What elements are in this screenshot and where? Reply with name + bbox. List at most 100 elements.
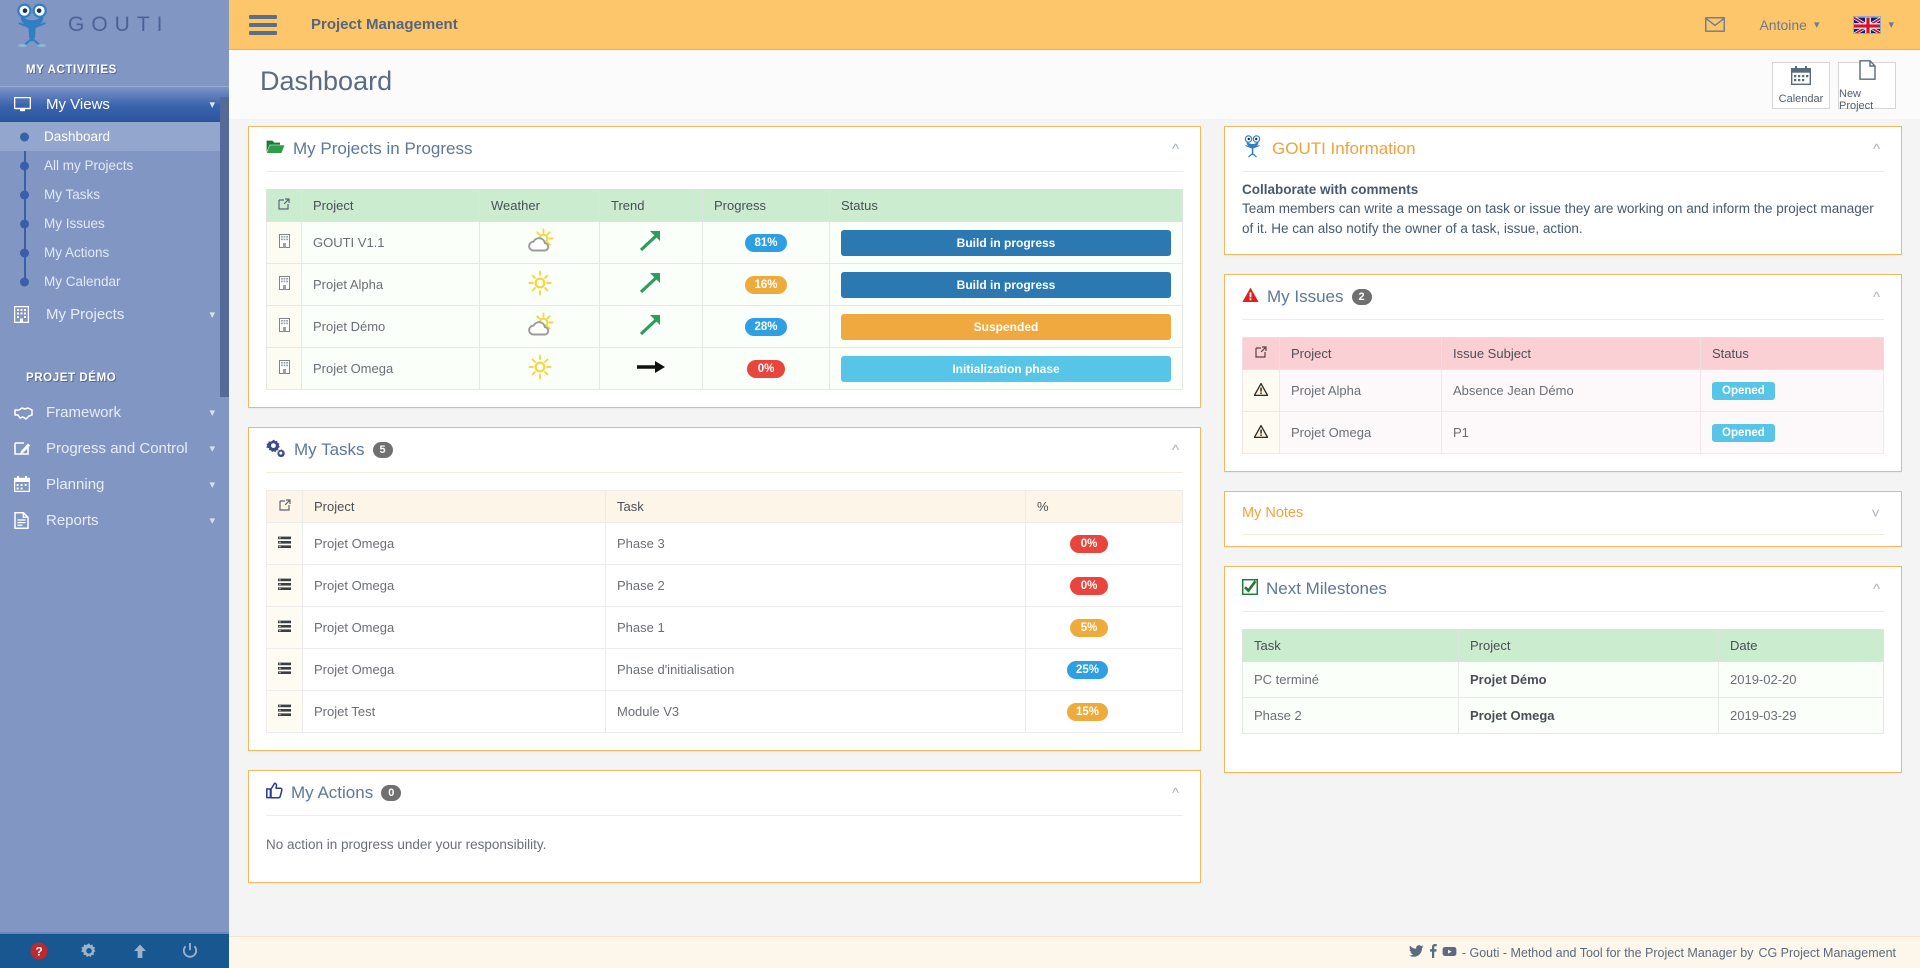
column-project: Project <box>302 490 606 523</box>
gouti-mascot-icon <box>12 3 54 48</box>
facebook-icon[interactable] <box>1429 944 1437 961</box>
actions-empty-message: No action in progress under your respons… <box>266 837 547 852</box>
sidebar-item-my-projects[interactable]: My Projects ▾ <box>0 296 229 332</box>
row-open-cell[interactable] <box>266 263 302 306</box>
row-open-cell[interactable] <box>266 221 302 264</box>
row-open-cell[interactable] <box>266 690 303 733</box>
table-row[interactable]: Projet Alpha Absence Jean Démo Opened <box>1242 369 1884 413</box>
sidebar-item-planning[interactable]: Planning ▾ <box>0 466 229 502</box>
cell-project: Projet Alpha <box>1279 369 1442 413</box>
table-row[interactable]: Projet Alpha 16% Build in progress <box>266 263 1183 306</box>
sunny-icon <box>528 354 551 380</box>
table-row[interactable]: Projet Omega P1 Opened <box>1242 411 1884 455</box>
upload-arrow-icon[interactable] <box>131 942 149 960</box>
external-link-icon <box>278 499 291 514</box>
footer-link[interactable]: CG Project Management <box>1758 946 1896 960</box>
row-open-cell[interactable] <box>266 347 302 390</box>
sidebar-item-reports[interactable]: Reports ▾ <box>0 502 229 538</box>
panel-title-text: My Tasks <box>294 440 365 459</box>
table-row[interactable]: Projet Test Module V3 15% <box>266 690 1183 733</box>
table-row[interactable]: Projet Omega Phase d'initialisation 25% <box>266 648 1183 691</box>
progress-pill: 28% <box>745 317 787 336</box>
sidebar-label-my-views: My Views <box>46 95 110 113</box>
bullet-icon <box>20 161 29 170</box>
column-progress: Progress <box>702 189 830 222</box>
row-open-cell[interactable] <box>266 522 303 565</box>
chevron-down-icon[interactable]: ˅ <box>1867 505 1884 522</box>
status-badge: Opened <box>1712 423 1775 442</box>
column-date: Date <box>1718 629 1884 663</box>
chevron-up-icon[interactable]: ^ <box>1869 581 1884 598</box>
sidebar-scrollbar[interactable] <box>220 97 229 397</box>
progress-pill: 0% <box>747 359 785 378</box>
my-notes-panel: My Notes ˅ <box>1224 491 1902 548</box>
user-menu[interactable]: Antoine ▾ <box>1759 17 1819 33</box>
table-row[interactable]: Projet Omega Phase 3 0% <box>266 522 1183 565</box>
cell-weather <box>479 263 600 306</box>
chevron-up-icon[interactable]: ^ <box>1168 442 1183 459</box>
panel-header[interactable]: My Notes ˅ <box>1225 492 1901 534</box>
table-header-row: Project Weather Trend Progress Status <box>266 189 1183 222</box>
row-open-cell[interactable] <box>266 606 303 649</box>
row-open-cell[interactable] <box>266 648 303 691</box>
panel-title: Next Milestones <box>1241 578 1387 600</box>
sidebar-item-framework[interactable]: Framework ▾ <box>0 394 229 430</box>
new-project-button[interactable]: New Project <box>1838 59 1896 112</box>
table-row[interactable]: Projet Omega Phase 2 0% <box>266 564 1183 607</box>
file-icon <box>1858 59 1876 85</box>
sidebar-item-dashboard[interactable]: Dashboard <box>0 122 229 151</box>
status-bar: Suspended <box>841 313 1171 340</box>
cell-task: Phase d'initialisation <box>605 648 1026 691</box>
panel-header: My Tasks 5 ^ <box>249 428 1200 472</box>
cell-project: Projet Omega <box>1279 411 1442 455</box>
cell-task: Module V3 <box>605 690 1026 733</box>
sidebar-item-progress-and-control[interactable]: Progress and Control ▾ <box>0 430 229 466</box>
progress-pill: 16% <box>745 275 787 294</box>
sidebar-item-my-views[interactable]: My Views ▾ <box>0 86 229 122</box>
row-open-cell[interactable] <box>266 564 303 607</box>
chevron-up-icon[interactable]: ^ <box>1869 289 1884 306</box>
calendar-button[interactable]: Calendar <box>1772 62 1830 109</box>
sidebar-item-my-issues[interactable]: My Issues <box>0 209 229 238</box>
sidebar-item-my-actions[interactable]: My Actions <box>0 238 229 267</box>
table-row[interactable]: Projet Démo 28% Suspended <box>266 305 1183 348</box>
language-selector[interactable]: ▾ <box>1853 15 1894 34</box>
sidebar-label-my-issues: My Issues <box>44 216 105 231</box>
brand-logo[interactable]: GOUTI <box>0 0 229 50</box>
cell-project: Projet Omega <box>302 648 606 691</box>
cell-progress: 81% <box>702 221 830 264</box>
panel-header: My Issues 2 ^ <box>1225 275 1901 319</box>
thumbs-up-icon <box>266 782 283 804</box>
power-icon[interactable] <box>181 942 199 960</box>
table-row[interactable]: GOUTI V1.1 81% Build in progress <box>266 221 1183 264</box>
row-open-cell[interactable] <box>1242 411 1280 455</box>
envelope-icon[interactable] <box>1705 17 1726 32</box>
chevron-up-icon[interactable]: ^ <box>1168 141 1183 158</box>
twitter-icon[interactable] <box>1408 944 1424 961</box>
gear-icon[interactable] <box>80 942 98 960</box>
help-icon[interactable]: ? <box>30 942 48 960</box>
table-row[interactable]: Projet Omega 0% Initialization phase <box>266 347 1183 390</box>
cell-percent: 25% <box>1025 648 1183 691</box>
chevron-up-icon[interactable]: ^ <box>1168 785 1183 802</box>
issues-table-body: Projet Alpha Absence Jean Démo Opened Pr… <box>1242 369 1884 455</box>
cell-project: GOUTI V1.1 <box>301 221 480 264</box>
user-name: Antoine <box>1759 16 1807 33</box>
youtube-icon[interactable] <box>1442 945 1457 961</box>
sunny-icon <box>528 270 551 296</box>
sidebar: GOUTI MY ACTIVITIES My Views ▾ Dashboard… <box>0 0 229 968</box>
progress-pill: 81% <box>745 233 787 252</box>
sidebar-item-all-my-projects[interactable]: All my Projects <box>0 151 229 180</box>
row-open-cell[interactable] <box>1242 369 1280 413</box>
row-open-cell[interactable] <box>266 305 302 348</box>
table-row[interactable]: PC terminé Projet Démo 2019-02-20 <box>1242 661 1884 699</box>
table-row[interactable]: Projet Omega Phase 1 5% <box>266 606 1183 649</box>
cell-progress: 0% <box>702 347 830 390</box>
sidebar-label-my-tasks: My Tasks <box>44 187 101 202</box>
sidebar-item-my-tasks[interactable]: My Tasks <box>0 180 229 209</box>
column-percent: % <box>1025 490 1183 523</box>
sidebar-item-my-calendar[interactable]: My Calendar <box>0 267 229 296</box>
table-row[interactable]: Phase 2 Projet Omega 2019-03-29 <box>1242 697 1884 735</box>
chevron-up-icon[interactable]: ^ <box>1869 141 1884 158</box>
hamburger-menu-icon[interactable] <box>249 11 277 39</box>
